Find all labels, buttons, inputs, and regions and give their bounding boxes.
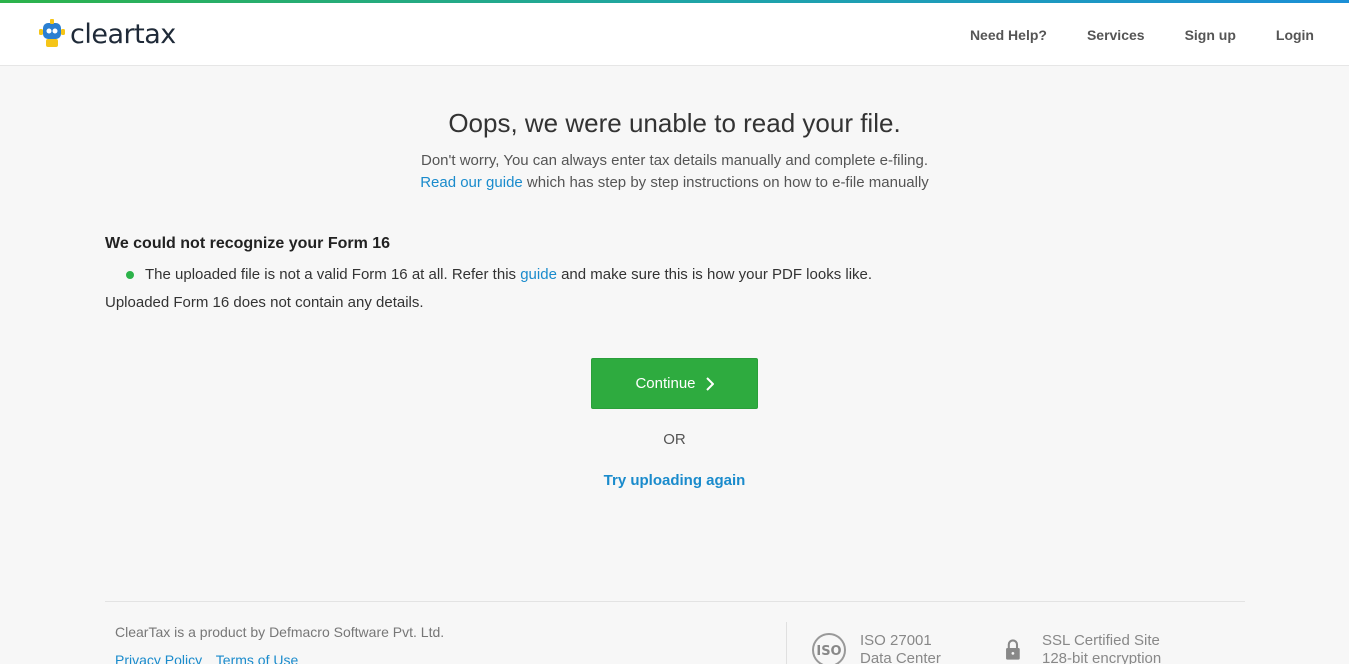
- error-section: We could not recognize your Form 16 The …: [105, 235, 1245, 311]
- or-separator: OR: [663, 431, 686, 448]
- logo-text: cleartax: [70, 18, 176, 50]
- privacy-policy-link[interactable]: Privacy Policy: [115, 652, 202, 664]
- bullet-dot-icon: [126, 270, 134, 279]
- lock-icon: [1006, 639, 1020, 660]
- error-bullet-before: The uploaded file is not a valid Form 16…: [145, 266, 521, 283]
- error-bullet-text: The uploaded file is not a valid Form 16…: [145, 266, 872, 283]
- top-nav: Need Help? Services Sign up Login: [930, 3, 1314, 66]
- iso-badge: ISO ISO 27001 Data Center: [810, 632, 941, 664]
- ssl-subtitle: 128-bit encryption: [1042, 650, 1162, 664]
- svg-text:ISO: ISO: [816, 644, 841, 659]
- ssl-title: SSL Certified Site: [1042, 632, 1160, 649]
- form16-guide-link[interactable]: guide: [520, 266, 557, 283]
- nav-services[interactable]: Services: [1087, 27, 1145, 43]
- subtitle-line-2: Read our guide which has step by step in…: [0, 174, 1349, 191]
- ssl-badge: SSL Certified Site 128-bit encryption: [1004, 632, 1161, 664]
- logo[interactable]: cleartax: [38, 18, 176, 50]
- footer-company-text: ClearTax is a product by Defmacro Softwa…: [115, 624, 445, 640]
- header: cleartax Need Help? Services Sign up Log…: [0, 3, 1349, 66]
- nav-need-help[interactable]: Need Help?: [970, 27, 1047, 43]
- read-guide-link[interactable]: Read our guide: [420, 174, 523, 191]
- retry-container: Try uploading again: [0, 472, 1349, 489]
- error-bullet-after: and make sure this is how your PDF looks…: [556, 266, 873, 283]
- iso-title: ISO 27001: [860, 632, 932, 649]
- footer-vertical-divider: [786, 622, 787, 664]
- try-uploading-again-link[interactable]: Try uploading again: [604, 472, 746, 489]
- error-heading: We could not recognize your Form 16: [105, 235, 391, 252]
- chevron-right-icon: [705, 376, 714, 391]
- terms-of-use-link[interactable]: Terms of Use: [216, 652, 298, 664]
- subtitle-line-2-text: which has step by step instructions on h…: [522, 174, 929, 191]
- error-detail: Uploaded Form 16 does not contain any de…: [105, 294, 424, 311]
- subtitle-line-1: Don't worry, You can always enter tax de…: [420, 152, 929, 169]
- page-title: Oops, we were unable to read your file.: [448, 108, 901, 138]
- continue-label: Continue: [635, 375, 696, 392]
- footer-divider: [105, 601, 1245, 602]
- cleartax-logo-icon: [39, 19, 65, 47]
- footer-links: Privacy Policy Terms of Use: [115, 652, 308, 664]
- nav-login[interactable]: Login: [1276, 27, 1314, 43]
- error-bullet: The uploaded file is not a valid Form 16…: [126, 266, 1245, 283]
- iso-subtitle: Data Center: [860, 650, 941, 664]
- iso-icon: ISO: [812, 633, 846, 664]
- nav-sign-up[interactable]: Sign up: [1185, 27, 1236, 43]
- continue-button[interactable]: Continue: [591, 358, 758, 409]
